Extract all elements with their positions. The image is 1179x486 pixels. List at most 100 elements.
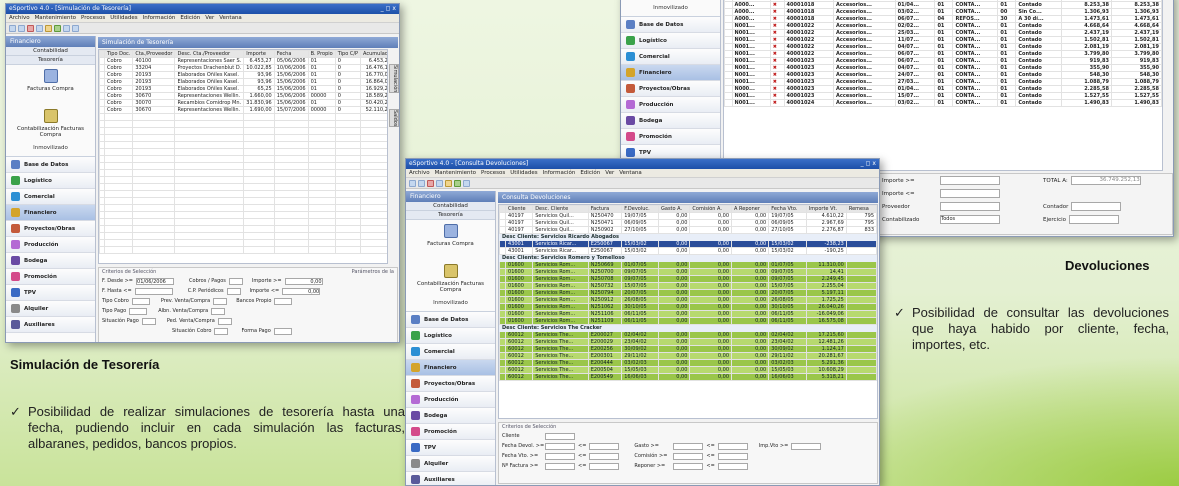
table-row[interactable]: 60012 Servicios The... E200444 03/02/03 0,00…	[499, 359, 877, 367]
delete-icon[interactable]: ✖	[769, 50, 785, 58]
sidebar-right-inmovilizado[interactable]: Inmovilizado	[621, 0, 720, 17]
save-icon[interactable]	[18, 25, 25, 32]
table-row[interactable]: N000... ✖ 40001023 Accesorios... 01/04... 01 C…	[724, 85, 1162, 93]
situacion-pago-input[interactable]	[141, 317, 156, 325]
module-7[interactable]: Promoción	[406, 424, 495, 440]
menu-ventana-2[interactable]: Ventana	[619, 170, 642, 176]
column-header[interactable]: Acumulado	[360, 50, 387, 58]
module-3[interactable]: Financiero	[6, 205, 95, 221]
table-row[interactable]: N001... ✖ 40001023 Accesorios... 15/07... 01 C…	[724, 92, 1162, 100]
table-row[interactable]: N001... ✖ 40001023 Accesorios... 06/07... 01 C…	[724, 57, 1162, 65]
reponer-hasta-input[interactable]	[717, 462, 748, 470]
table-row[interactable]: 01600 Servicios Rom... N250794 20/07/05 0,00…	[499, 289, 877, 297]
row-checkbox[interactable]	[724, 50, 733, 58]
menu-informacion-2[interactable]: Información	[543, 170, 576, 176]
dev-importe-hasta-input[interactable]	[940, 189, 1000, 198]
table-row[interactable]: 60012 Servicios The... E200029 23/04/02 0,00…	[499, 338, 877, 346]
gasto-input[interactable]	[673, 442, 704, 450]
row-checkbox[interactable]	[724, 64, 733, 72]
imp-vto-input[interactable]	[791, 442, 822, 450]
print-icon[interactable]	[436, 180, 443, 187]
table-row[interactable]: Cobro 40100 Representaciones Saer S. 6.453,…	[99, 57, 387, 65]
module-6[interactable]: Bodega	[406, 408, 495, 424]
module-0[interactable]: Base de Datos	[621, 17, 720, 33]
module-4[interactable]: Proyectos/Obras	[6, 221, 95, 237]
table-row[interactable]: 40197 Servicios Quil... N250902 27/10/05 0,0…	[499, 226, 877, 234]
column-header[interactable]: Desc. Cta./Proveedor	[174, 50, 245, 58]
cobros-pagos-check[interactable]	[228, 277, 243, 285]
module-2[interactable]: Comercial	[621, 49, 720, 65]
sidebar-contabilidad[interactable]: Contabilidad	[6, 47, 95, 56]
module-1[interactable]: Logístico	[406, 328, 495, 344]
module-10[interactable]: Auxiliares	[406, 472, 495, 485]
table-row[interactable]: N001... ✖ 40001023 Accesorios... 04/07... 01 C…	[724, 64, 1162, 72]
tipo-pago-input[interactable]	[129, 307, 148, 315]
column-header[interactable]: Cta./Proveedor	[132, 50, 176, 58]
delete-icon[interactable]: ✖	[769, 36, 785, 44]
search-icon[interactable]	[445, 180, 452, 187]
comision-hasta-input[interactable]	[717, 452, 748, 460]
table-row[interactable]: N001... ✖ 40001024 Accesorios... 03/02... 01 C…	[724, 99, 1162, 107]
column-header[interactable]: Fecha Vto.	[768, 205, 807, 213]
forma-pago-input[interactable]	[273, 327, 292, 335]
module-6[interactable]: Bodega	[6, 253, 95, 269]
module-4[interactable]: Proyectos/Obras	[621, 81, 720, 97]
sidebar-tesoreria[interactable]: Tesorería	[6, 56, 95, 65]
table-row[interactable]: 60012 Servicios The... E200504 15/05/03 0,00…	[499, 366, 877, 374]
row-checkbox[interactable]	[724, 78, 733, 86]
module-0[interactable]: Base de Datos	[6, 157, 95, 173]
delete-icon[interactable]: ✖	[769, 99, 785, 107]
group-row[interactable]: Desc Cliente: Servicios Romero y Tomello…	[499, 254, 877, 262]
tab-saldos[interactable]: Saldos	[389, 109, 399, 128]
refresh-icon[interactable]	[454, 180, 461, 187]
column-header[interactable]: Fecha	[273, 50, 309, 58]
column-header[interactable]: Comisión A.	[689, 205, 733, 213]
menu-ver[interactable]: Ver	[205, 15, 214, 21]
sidebar-inmovilizado-2[interactable]: Inmovilizado	[406, 300, 495, 312]
menu-edicion[interactable]: Edición	[180, 15, 200, 21]
module-1[interactable]: Logístico	[621, 33, 720, 49]
refresh-icon[interactable]	[54, 25, 61, 32]
table-row[interactable]: Cobro 30670 Representaciones Wellin. 1.660,…	[99, 92, 387, 100]
sidebar-header[interactable]: Financiero	[6, 36, 95, 47]
delete-icon[interactable]: ✖	[769, 43, 785, 51]
table-row[interactable]: N001... ✖ 40001022 Accesorios... 04/07... 01 C…	[724, 43, 1162, 51]
table-row[interactable]: 01600 Servicios Rom... N250912 26/08/05 0,00…	[499, 296, 877, 304]
delete-icon[interactable]: ✖	[769, 85, 785, 93]
menu-ver-2[interactable]: Ver	[605, 170, 614, 176]
column-header[interactable]: Importe	[243, 50, 275, 58]
save-icon[interactable]	[418, 180, 425, 187]
row-checkbox[interactable]	[724, 22, 733, 30]
row-checkbox[interactable]	[724, 8, 733, 16]
menu-procesos[interactable]: Procesos	[81, 15, 105, 21]
new-icon[interactable]	[9, 25, 16, 32]
dev-importe-desde-input[interactable]	[940, 176, 1000, 185]
ejercicio-input[interactable]	[1069, 215, 1119, 224]
module-9[interactable]: Alquiler	[406, 456, 495, 472]
table-row[interactable]: A000... ✖ 40001018 Accesorios... 01/04... 01 C…	[724, 1, 1162, 9]
table-row[interactable]: 60012 Servicios The... E200549 16/06/03 0,00…	[499, 373, 877, 381]
sidebar-tesoreria-2[interactable]: Tesorería	[406, 211, 495, 220]
table-row[interactable]: 60012 Servicios The... E200256 30/09/02 0,00…	[499, 345, 877, 353]
module-5[interactable]: Producción	[6, 237, 95, 253]
row-checkbox[interactable]	[724, 99, 733, 107]
print-icon[interactable]	[36, 25, 43, 32]
sidebar-inmovilizado[interactable]: Inmovilizado	[6, 145, 95, 157]
column-header[interactable]: Gasto A.	[657, 205, 691, 213]
table-row[interactable]: Cobro 30670 Representaciones Wellin. 1.690,…	[99, 106, 387, 114]
row-checkbox[interactable]	[724, 1, 733, 9]
delete-icon[interactable]: ✖	[769, 8, 785, 16]
column-header[interactable]: Remesa	[845, 205, 877, 213]
delete-icon[interactable]	[27, 25, 34, 32]
cp-periodicos-check[interactable]	[226, 287, 241, 295]
menu-informacion[interactable]: Información	[143, 15, 176, 21]
filter-icon[interactable]	[63, 25, 70, 32]
module-7[interactable]: Promoción	[6, 269, 95, 285]
row-checkbox[interactable]	[724, 29, 733, 37]
fecha-vto-hasta-input[interactable]	[589, 452, 620, 460]
window-controls-icon[interactable]: _ ◻ x	[381, 5, 396, 13]
filter-icon[interactable]	[463, 180, 470, 187]
module-7[interactable]: Promoción	[621, 129, 720, 145]
ped-venta-check[interactable]	[217, 317, 232, 325]
delete-icon[interactable]: ✖	[769, 64, 785, 72]
